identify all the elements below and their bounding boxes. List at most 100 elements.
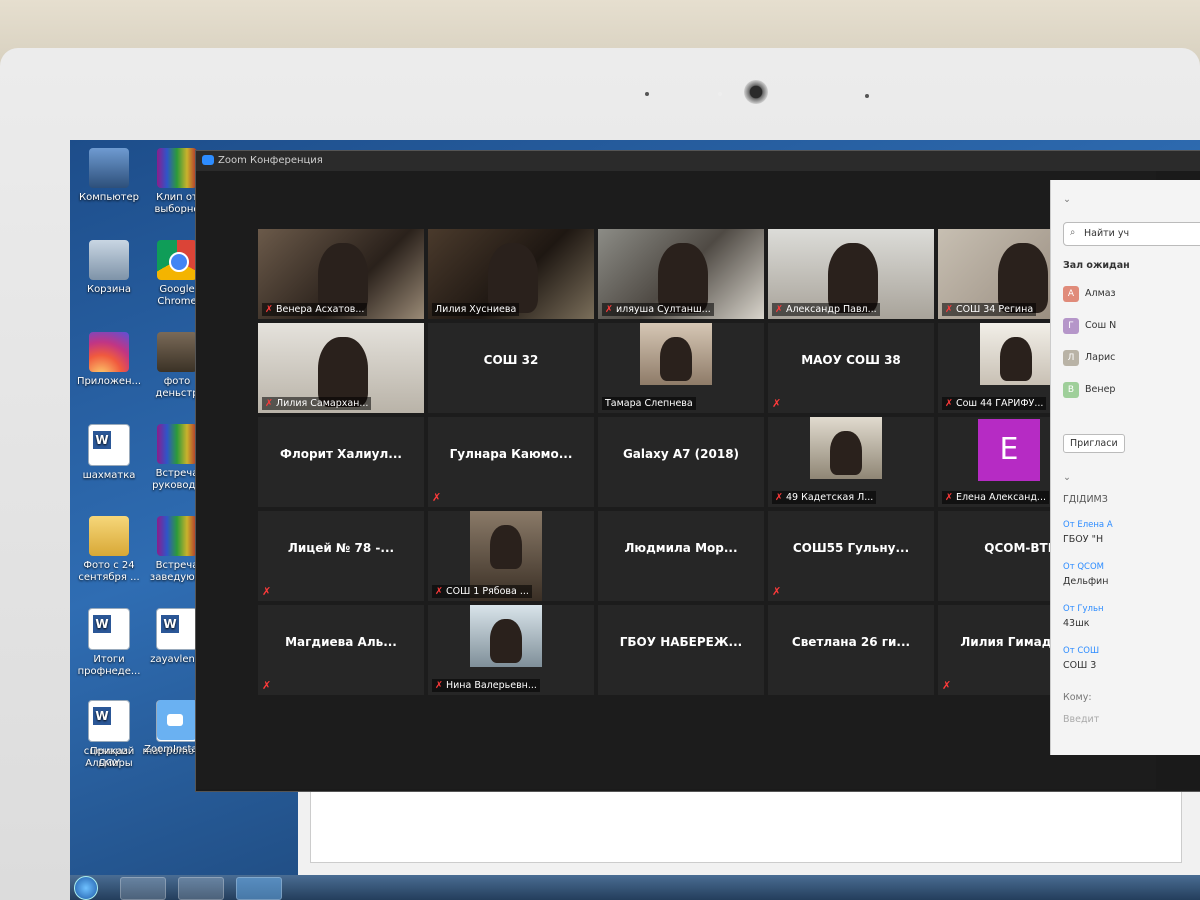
participant-avatar: E [978,419,1040,481]
chrome-icon [157,240,197,280]
waiting-room-item[interactable]: В Венер [1063,382,1115,398]
rar-icon [157,516,197,556]
participant-name: Лицей № 78 -... [287,541,395,555]
participant-tile[interactable]: Лилия Хусниева [428,229,594,319]
chat-message-sender: От Гульн [1063,604,1104,614]
participant-name-text: Елена Александ... [955,492,1046,503]
participant-search-input[interactable]: ⌕ Найти уч [1063,222,1200,246]
bezel-dot [645,92,649,96]
muted-mic-icon: ✗ [435,586,443,597]
waiting-room-item[interactable]: Г Сош N [1063,318,1116,334]
participant-tile[interactable]: СОШ55 Гульну... ✗ [768,511,934,601]
desktop-icon-label: Корзина [86,284,132,295]
participant-tile[interactable]: ✗ Александр Павл... [768,229,934,319]
person-silhouette [1000,337,1032,381]
participant-tile[interactable]: МАОУ СОШ 38 ✗ [768,323,934,413]
waiting-name: Венер [1085,384,1116,395]
participant-name-text: Лилия Самархан... [275,398,369,409]
desktop-icon[interactable]: Приказ Альмиры [74,700,144,770]
participant-video [470,605,542,667]
participant-video [640,323,712,385]
participant-tile[interactable]: СОШ 32 [428,323,594,413]
gallery-view: ✗ Венера Асхатов... Лилия Хусниева ✗ иляуша … [196,171,1156,789]
participant-name: Магдиева Аль... [285,635,397,649]
participant-name: Флорит Халиул... [280,447,402,461]
participant-tile[interactable]: ✗ Лилия Самархан... [258,323,424,413]
participant-tile[interactable]: ✗ Венера Асхатов... [258,229,424,319]
background-window[interactable] [298,780,1200,876]
chat-header: ГДІДИМЗ [1063,494,1108,505]
waiting-name: Алмаз [1085,288,1116,299]
participants-chat-panel: ⌄ ⌕ Найти уч Зал ожидан А Алмаз Г Сош N Л Лар… [1050,180,1200,755]
participant-tile[interactable]: ✗ 49 Кадетская Л... [768,417,934,507]
chat-input[interactable]: Введит [1063,714,1099,725]
participant-name-text: 49 Кадетская Л... [785,492,874,503]
participant-tile[interactable]: Тамара Слепнева [598,323,764,413]
participant-name-text: Александр Павл... [785,304,877,315]
waiting-name: Сош N [1085,320,1117,331]
desktop-icon[interactable]: Фото с 24 сентября ... [74,516,144,584]
chat-message-text: ГБОУ "Н [1063,534,1104,545]
participant-name: ✗ 49 Кадетская Л... [772,491,877,504]
desktop-icon[interactable]: Компьютер [74,148,144,204]
zoom-logo-icon [202,155,214,165]
desktop-icon-label: Приказ Альмиры [85,746,133,769]
participant-tile[interactable]: Светлана 26 ги... [768,605,934,695]
zoom-window-title: Zoom Конференция [218,155,323,166]
participant-name: Светлана 26 ги... [791,635,911,649]
word-icon [88,700,130,742]
participant-tile[interactable]: Флорит Халиул... [258,417,424,507]
desktop-icon[interactable]: Приложен... [74,332,144,388]
muted-mic-icon: ✗ [605,304,613,315]
muted-mic-icon: ✗ [945,304,953,315]
participant-tile[interactable]: Лицей № 78 -... ✗ [258,511,424,601]
search-icon: ⌕ [1070,227,1076,238]
chat-chevron-icon[interactable]: ⌄ [1063,472,1071,483]
start-button[interactable] [74,876,98,900]
waiting-avatar: А [1063,286,1079,302]
taskbar-zoom-button[interactable] [236,877,282,900]
rar-icon [157,424,197,464]
chevron-down-icon[interactable]: ⌄ [1063,194,1071,205]
participant-name: Тамара Слепнева [602,397,696,410]
comp-icon [89,148,129,188]
participant-tile[interactable]: ✗ иляуша Султанш... [598,229,764,319]
participant-name-text: Нина Валерьевн... [445,680,537,691]
muted-mic-icon: ✗ [775,492,783,503]
muted-mic-icon: ✗ [945,492,953,503]
participant-tile[interactable]: Людмила Мор... [598,511,764,601]
desktop-icon[interactable]: Корзина [74,240,144,296]
waiting-room-item[interactable]: А Алмаз [1063,286,1116,302]
participant-tile[interactable]: Магдиева Аль... ✗ [258,605,424,695]
participant-tile[interactable]: Galaxy A7 (2018) [598,417,764,507]
word-icon [88,608,130,650]
participant-tile[interactable]: ✗ СОШ 1 Рябова ... [428,511,594,601]
participant-tile[interactable]: ✗ Нина Валерьевн... [428,605,594,695]
word-icon [156,608,198,650]
participant-name: ✗ Сош 44 ГАРИФУ... [942,397,1047,410]
participant-name: ✗ Лилия Самархан... [262,397,372,410]
desktop-icon[interactable]: Итоги профнеде... [74,608,144,678]
waiting-room-item[interactable]: Л Ларис [1063,350,1115,366]
taskbar-app-button[interactable] [178,877,224,900]
invite-button[interactable]: Пригласи [1063,434,1125,453]
webcam [744,80,768,104]
word-icon [88,424,130,466]
background-window-content [310,791,1182,863]
participant-tile[interactable]: ГБОУ НАБЕРЕЖ... [598,605,764,695]
chat-message-text: 43шк [1063,618,1090,629]
waiting-room-title: Зал ожидан [1063,260,1130,271]
chat-message-sender: От СОШ [1063,646,1100,656]
desktop-icon[interactable]: шахматка [74,424,144,482]
desktop-screen: Компьютер Клип от выборно Корзина Google Ch… [70,140,1200,900]
bezel-dot [865,94,869,98]
desktop-icon-label: Приложен... [76,376,142,387]
desktop-icon-label: Фото с 24 сентября ... [78,560,140,583]
zoom-title-bar[interactable]: Zoom Конференция [196,151,1200,171]
participant-name: Гулнара Каюмо... [449,447,573,461]
participant-name: Galaxy A7 (2018) [622,447,740,461]
participant-name: Людмила Мор... [624,541,738,555]
chat-to-label: Кому: [1063,692,1092,703]
taskbar-explorer-button[interactable] [120,877,166,900]
participant-tile[interactable]: Гулнара Каюмо... ✗ [428,417,594,507]
